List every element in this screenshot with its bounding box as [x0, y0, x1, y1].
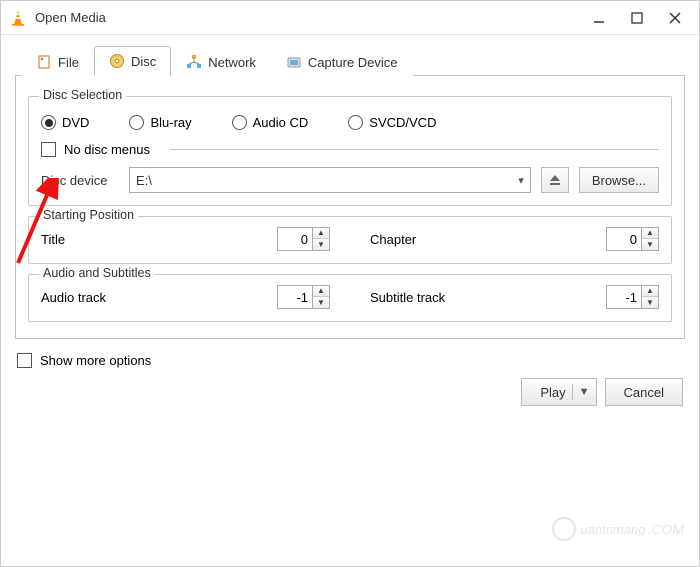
- no-disc-menus-row: No disc menus: [41, 142, 659, 157]
- tab-label: Capture Device: [308, 55, 398, 70]
- spin-up-icon[interactable]: ▲: [313, 228, 329, 239]
- group-title: Audio and Subtitles: [39, 266, 155, 280]
- disc-device-label: Disc device: [41, 173, 119, 188]
- show-more-checkbox[interactable]: [17, 353, 32, 368]
- network-icon: [186, 54, 202, 70]
- window-controls: [591, 10, 683, 26]
- tab-file[interactable]: File: [21, 47, 94, 76]
- button-separator: [572, 384, 573, 400]
- disc-device-select[interactable]: E:\ ▾: [129, 167, 531, 193]
- radio-dot-icon: [41, 115, 56, 130]
- capture-icon: [286, 54, 302, 70]
- radio-audiocd[interactable]: Audio CD: [232, 115, 309, 130]
- show-more-label: Show more options: [40, 353, 151, 368]
- subtitle-track-field: Subtitle track ▲▼: [370, 285, 659, 309]
- title-spinner[interactable]: ▲▼: [277, 227, 330, 251]
- disc-type-radios: DVD Blu-ray Audio CD SVCD/VCD: [41, 115, 659, 130]
- browse-button[interactable]: Browse...: [579, 167, 659, 193]
- separator-line: [170, 149, 659, 150]
- spin-down-icon[interactable]: ▼: [642, 297, 658, 308]
- tab-row: File Disc Network Capture Device: [15, 45, 685, 76]
- title-field: Title ▲▼: [41, 227, 330, 251]
- radio-label: Audio CD: [253, 115, 309, 130]
- group-audio-subtitles: Audio and Subtitles Audio track ▲▼ Subti…: [28, 274, 672, 322]
- subtitle-track-input[interactable]: [607, 286, 641, 308]
- chevron-down-icon: ▾: [518, 174, 524, 187]
- chapter-label: Chapter: [370, 232, 416, 247]
- chapter-field: Chapter ▲▼: [370, 227, 659, 251]
- tab-network[interactable]: Network: [171, 47, 271, 76]
- maximize-button[interactable]: [629, 10, 645, 26]
- tab-capture[interactable]: Capture Device: [271, 47, 413, 76]
- spin-up-icon[interactable]: ▲: [642, 286, 658, 297]
- disc-device-row: Disc device E:\ ▾ Browse...: [41, 167, 659, 193]
- spin-up-icon[interactable]: ▲: [642, 228, 658, 239]
- audio-track-spinner[interactable]: ▲▼: [277, 285, 330, 309]
- title-label: Title: [41, 232, 65, 247]
- open-media-window: Open Media File Disc Network Capture Dev: [0, 0, 700, 567]
- audio-track-label: Audio track: [41, 290, 106, 305]
- group-disc-selection: Disc Selection DVD Blu-ray Audio CD SVCD…: [28, 96, 672, 206]
- tab-label: File: [58, 55, 79, 70]
- title-input[interactable]: [278, 228, 312, 250]
- client-area: File Disc Network Capture Device Disc Se…: [1, 35, 699, 420]
- radio-svcd[interactable]: SVCD/VCD: [348, 115, 436, 130]
- chapter-input[interactable]: [607, 228, 641, 250]
- group-starting-position: Starting Position Title ▲▼ Chapter ▲▼: [28, 216, 672, 264]
- chevron-down-icon[interactable]: ▼: [579, 386, 590, 398]
- radio-label: Blu-ray: [150, 115, 191, 130]
- disc-icon: [109, 53, 125, 69]
- titlebar: Open Media: [1, 1, 699, 35]
- eject-button[interactable]: [541, 167, 569, 193]
- spin-down-icon[interactable]: ▼: [642, 239, 658, 250]
- radio-dot-icon: [232, 115, 247, 130]
- audio-track-input[interactable]: [278, 286, 312, 308]
- group-title: Starting Position: [39, 208, 138, 222]
- close-button[interactable]: [667, 10, 683, 26]
- no-disc-menus-label: No disc menus: [64, 142, 150, 157]
- radio-label: SVCD/VCD: [369, 115, 436, 130]
- no-disc-menus-checkbox[interactable]: [41, 142, 56, 157]
- spin-up-icon[interactable]: ▲: [313, 286, 329, 297]
- tab-body-disc: Disc Selection DVD Blu-ray Audio CD SVCD…: [15, 76, 685, 339]
- chapter-spinner[interactable]: ▲▼: [606, 227, 659, 251]
- vlc-cone-icon: [9, 9, 27, 27]
- group-title: Disc Selection: [39, 88, 126, 102]
- tab-disc[interactable]: Disc: [94, 46, 171, 76]
- cancel-button[interactable]: Cancel: [605, 378, 683, 406]
- spin-down-icon[interactable]: ▼: [313, 297, 329, 308]
- radio-bluray[interactable]: Blu-ray: [129, 115, 191, 130]
- radio-label: DVD: [62, 115, 89, 130]
- audio-track-field: Audio track ▲▼: [41, 285, 330, 309]
- tab-label: Network: [208, 55, 256, 70]
- play-label: Play: [540, 385, 565, 400]
- show-more-row: Show more options: [15, 353, 685, 368]
- tab-label: Disc: [131, 54, 156, 69]
- radio-dot-icon: [129, 115, 144, 130]
- subtitle-track-spinner[interactable]: ▲▼: [606, 285, 659, 309]
- subtitle-track-label: Subtitle track: [370, 290, 445, 305]
- dialog-buttons: Play ▼ Cancel: [15, 378, 685, 406]
- play-button[interactable]: Play ▼: [521, 378, 596, 406]
- window-title: Open Media: [35, 10, 591, 25]
- spin-down-icon[interactable]: ▼: [313, 239, 329, 250]
- minimize-button[interactable]: [591, 10, 607, 26]
- file-icon: [36, 54, 52, 70]
- radio-dot-icon: [348, 115, 363, 130]
- disc-device-value: E:\: [136, 173, 152, 188]
- radio-dvd[interactable]: DVD: [41, 115, 89, 130]
